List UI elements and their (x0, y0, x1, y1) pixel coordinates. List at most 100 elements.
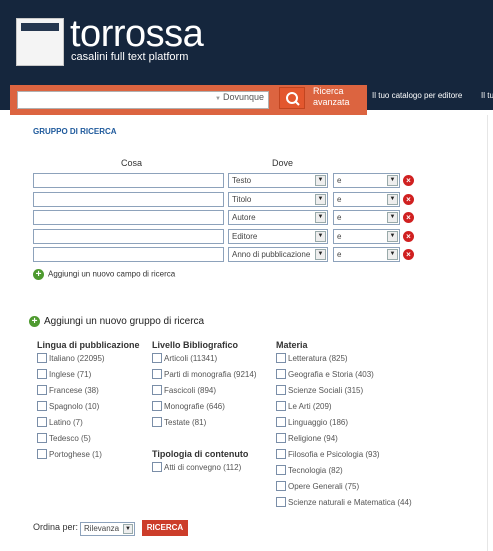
term-input[interactable] (33, 247, 224, 262)
checkbox[interactable] (37, 432, 47, 443)
checkbox[interactable] (276, 384, 286, 395)
facet-option[interactable]: Religione (94) (276, 432, 412, 449)
facet-option[interactable]: Francese (38) (37, 384, 140, 401)
facet-title: Livello Bibliografico (152, 340, 239, 350)
field-select[interactable]: Testo ▼ (228, 173, 328, 188)
facet-option[interactable]: Tecnologia (82) (276, 464, 412, 481)
remove-row-icon[interactable]: × (403, 231, 414, 242)
checkbox[interactable] (276, 464, 286, 475)
operator-select[interactable]: e ▼ (333, 192, 400, 207)
order-select[interactable]: Rilevanza ▼ (80, 522, 135, 536)
advanced-search-link[interactable]: Ricerca avanzata (313, 86, 363, 108)
facet-option[interactable]: Italiano (22095) (37, 352, 140, 369)
checkbox[interactable] (276, 400, 286, 411)
checkbox[interactable] (37, 400, 47, 411)
chevron-down-icon: ▼ (387, 212, 398, 223)
checkbox[interactable] (276, 480, 286, 491)
chevron-down-icon: ▼ (387, 194, 398, 205)
checkbox[interactable] (276, 432, 286, 443)
checkbox[interactable] (37, 384, 47, 395)
facet-option[interactable]: Scienze naturali e Matematica (44) (276, 496, 412, 513)
facet-option[interactable]: Linguaggio (186) (276, 416, 412, 433)
column-header-dove: Dove (272, 158, 294, 168)
field-value: Titolo (232, 195, 252, 204)
checkbox[interactable] (276, 352, 286, 363)
facet-option[interactable]: Monografie (646) (152, 400, 257, 417)
field-select[interactable]: Anno di pubblicazione ▼ (228, 247, 328, 262)
facet-option[interactable]: Tedesco (5) (37, 432, 140, 449)
search-submit-button[interactable]: RICERCA (142, 520, 188, 536)
operator-value: e (337, 213, 342, 222)
chevron-down-icon: ▼ (215, 96, 221, 102)
facet-option[interactable]: Latino (7) (37, 416, 140, 433)
add-field-link[interactable]: + Aggiungi un nuovo campo di ricerca (33, 269, 175, 280)
facet-materia: Materia Letteratura (825) Geografia e St… (276, 340, 412, 513)
add-field-label: Aggiungi un nuovo campo di ricerca (48, 269, 176, 279)
facet-option[interactable]: Testate (81) (152, 416, 257, 433)
add-group-link[interactable]: + Aggiungi un nuovo gruppo di ricerca (29, 316, 204, 327)
field-select[interactable]: Titolo ▼ (228, 192, 328, 207)
checkbox[interactable] (276, 448, 286, 459)
facet-option[interactable]: Scienze Sociali (315) (276, 384, 412, 401)
term-input[interactable] (33, 192, 224, 207)
facet-option[interactable]: Fascicoli (894) (152, 384, 257, 401)
chevron-down-icon: ▼ (315, 194, 326, 205)
facet-option[interactable]: Articoli (11341) (152, 352, 257, 369)
facet-title: Lingua di pubblicazione (37, 340, 140, 350)
facet-option[interactable]: Letteratura (825) (276, 352, 412, 369)
checkbox[interactable] (276, 368, 286, 379)
checkbox[interactable] (37, 352, 47, 363)
checkbox[interactable] (152, 461, 162, 472)
checkbox[interactable] (37, 448, 47, 459)
facet-option[interactable]: Spagnolo (10) (37, 400, 140, 417)
checkbox[interactable] (152, 384, 162, 395)
facet-option[interactable]: Le Arti (209) (276, 400, 412, 417)
term-input[interactable] (33, 210, 224, 225)
facet-lingua: Lingua di pubblicazione Italiano (22095)… (37, 340, 140, 465)
facet-option[interactable]: Portoghese (1) (37, 448, 140, 465)
checkbox[interactable] (152, 368, 162, 379)
search-row: Autore ▼ e ▼ × (0, 210, 493, 227)
term-input[interactable] (33, 173, 224, 188)
operator-value: e (337, 250, 342, 259)
operator-select[interactable]: e ▼ (333, 247, 400, 262)
logo-icon[interactable] (16, 18, 64, 66)
operator-select[interactable]: e ▼ (333, 210, 400, 225)
search-row: Testo ▼ e ▼ × (0, 173, 493, 190)
facet-title: Materia (276, 340, 308, 350)
facet-livello: Livello Bibliografico Articoli (11341) P… (152, 340, 257, 433)
search-button[interactable] (279, 87, 305, 109)
checkbox[interactable] (37, 368, 47, 379)
checkbox[interactable] (37, 416, 47, 427)
brand-title[interactable]: torrossa (70, 14, 204, 54)
facet-option[interactable]: Opere Generali (75) (276, 480, 412, 497)
chevron-down-icon: ▼ (387, 175, 398, 186)
facet-option[interactable]: Filosofia e Psicologia (93) (276, 448, 412, 465)
checkbox[interactable] (152, 352, 162, 363)
term-input[interactable] (33, 229, 224, 244)
remove-row-icon[interactable]: × (403, 212, 414, 223)
scope-dropdown[interactable]: ▼ Dovunque (215, 92, 264, 102)
field-select[interactable]: Autore ▼ (228, 210, 328, 225)
remove-row-icon[interactable]: × (403, 175, 414, 186)
checkbox[interactable] (276, 496, 286, 507)
facet-option[interactable]: Geografia e Storia (403) (276, 368, 412, 385)
add-group-label: Aggiungi un nuovo gruppo di ricerca (44, 316, 205, 328)
remove-row-icon[interactable]: × (403, 249, 414, 260)
operator-select[interactable]: e ▼ (333, 173, 400, 188)
remove-row-icon[interactable]: × (403, 194, 414, 205)
operator-select[interactable]: e ▼ (333, 229, 400, 244)
nav-item-truncated[interactable]: Il tu (481, 91, 493, 100)
chevron-down-icon: ▼ (315, 249, 326, 260)
operator-value: e (337, 176, 342, 185)
facet-option[interactable]: Inglese (71) (37, 368, 140, 385)
nav-catalog-by-publisher[interactable]: Il tuo catalogo per editore (372, 91, 462, 100)
checkbox[interactable] (152, 416, 162, 427)
checkbox[interactable] (152, 400, 162, 411)
facet-option[interactable]: Atti di convegno (112) (152, 461, 248, 478)
facet-option[interactable]: Parti di monografia (9214) (152, 368, 257, 385)
field-value: Anno di pubblicazione (232, 250, 311, 259)
checkbox[interactable] (276, 416, 286, 427)
field-select[interactable]: Editore ▼ (228, 229, 328, 244)
divider (487, 115, 488, 551)
